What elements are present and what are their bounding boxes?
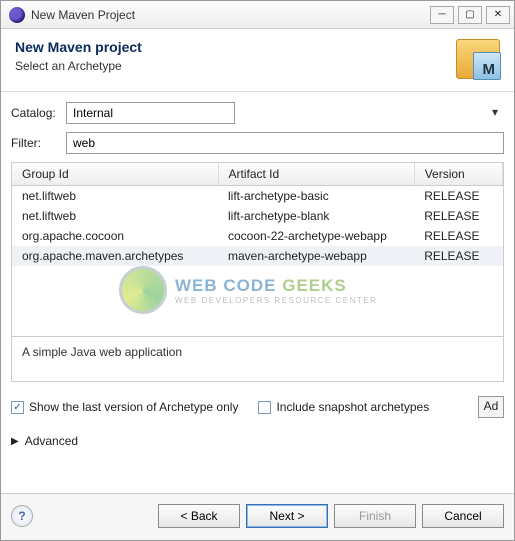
minimize-button[interactable]: ─ [430, 6, 454, 24]
archetype-table[interactable]: Group Id Artifact Id Version net.liftweb… [11, 162, 504, 337]
table-cell: org.apache.cocoon [12, 226, 218, 246]
cancel-button[interactable]: Cancel [422, 504, 504, 528]
advanced-toggle[interactable]: ▶ Advanced [11, 434, 504, 448]
table-cell: RELEASE [414, 206, 502, 226]
table-cell: RELEASE [414, 226, 502, 246]
maximize-button[interactable]: ▢ [458, 6, 482, 24]
table-row[interactable]: net.liftweblift-archetype-blankRELEASE [12, 206, 503, 226]
close-button[interactable]: ✕ [486, 6, 510, 24]
col-artifact-id[interactable]: Artifact Id [218, 163, 414, 186]
page-title: New Maven project [15, 39, 142, 55]
show-last-version-label: Show the last version of Archetype only [29, 400, 238, 414]
col-version[interactable]: Version [414, 163, 502, 186]
advanced-label: Advanced [25, 434, 78, 448]
include-snapshot-checkbox[interactable]: Include snapshot archetypes [258, 400, 429, 414]
filter-input[interactable] [66, 132, 504, 154]
table-row[interactable]: org.apache.maven.archetypesmaven-archety… [12, 246, 503, 266]
include-snapshot-label: Include snapshot archetypes [276, 400, 429, 414]
maven-folder-icon [456, 39, 500, 79]
catalog-select[interactable] [66, 102, 235, 124]
wizard-button-bar: ? < Back Next > Finish Cancel [1, 493, 514, 540]
filter-label: Filter: [11, 136, 66, 150]
page-subtitle: Select an Archetype [15, 59, 142, 73]
window-title: New Maven Project [31, 8, 430, 22]
wizard-header: New Maven project Select an Archetype [1, 29, 514, 92]
window-titlebar: New Maven Project ─ ▢ ✕ [1, 1, 514, 29]
help-button[interactable]: ? [11, 505, 33, 527]
table-cell: net.liftweb [12, 206, 218, 226]
eclipse-icon [9, 7, 25, 23]
col-group-id[interactable]: Group Id [12, 163, 218, 186]
finish-button[interactable]: Finish [334, 504, 416, 528]
table-row[interactable]: net.liftweblift-archetype-basicRELEASE [12, 186, 503, 207]
next-button[interactable]: Next > [246, 504, 328, 528]
add-archetype-button[interactable]: Ad [478, 396, 504, 418]
table-row[interactable]: org.apache.cocooncocoon-22-archetype-web… [12, 226, 503, 246]
back-button[interactable]: < Back [158, 504, 240, 528]
table-cell: RELEASE [414, 186, 502, 207]
window-controls: ─ ▢ ✕ [430, 6, 510, 24]
table-cell: RELEASE [414, 246, 502, 266]
show-last-version-checkbox[interactable]: ✓ Show the last version of Archetype onl… [11, 400, 238, 414]
wizard-body: Catalog: Filter: Group Id Artifact Id Ve… [1, 92, 514, 448]
table-cell: org.apache.maven.archetypes [12, 246, 218, 266]
table-cell: lift-archetype-blank [218, 206, 414, 226]
expand-icon: ▶ [11, 436, 19, 447]
table-cell: lift-archetype-basic [218, 186, 414, 207]
table-cell: net.liftweb [12, 186, 218, 207]
table-cell: cocoon-22-archetype-webapp [218, 226, 414, 246]
table-cell: maven-archetype-webapp [218, 246, 414, 266]
catalog-label: Catalog: [11, 106, 66, 120]
archetype-description: A simple Java web application [11, 336, 504, 382]
